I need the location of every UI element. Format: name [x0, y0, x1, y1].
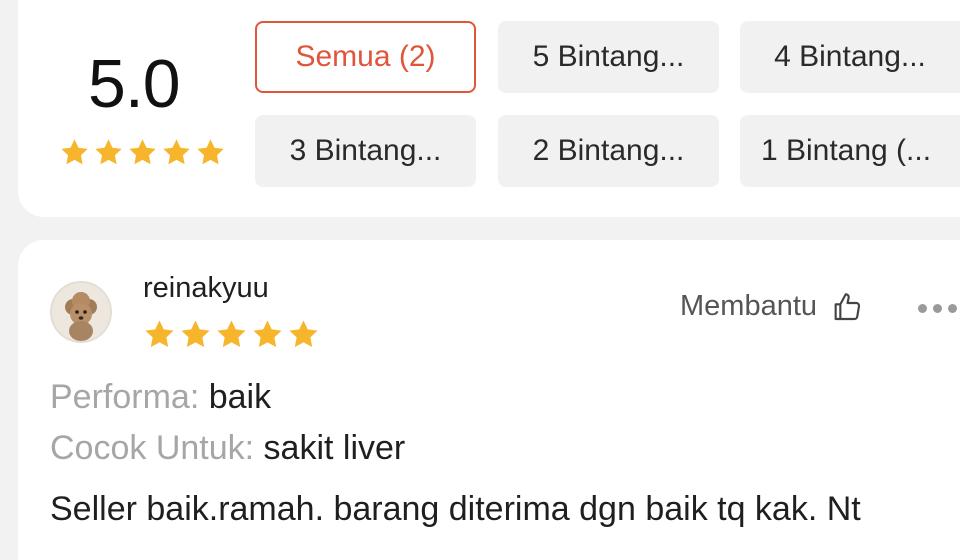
star-icon	[181, 320, 210, 348]
suitable-for-attribute: Cocok Untuk: sakit liver	[50, 429, 405, 468]
average-rating: 5.0	[88, 46, 181, 122]
review-text: Seller baik.ramah. barang diterima dgn b…	[50, 490, 861, 528]
helpful-label: Membantu	[680, 290, 818, 322]
filter-5-star-button[interactable]: 5 Bintang...	[498, 21, 719, 93]
star-icon	[61, 139, 88, 165]
performance-attribute: Performa: baik	[50, 378, 271, 417]
review-rating-stars	[142, 318, 321, 351]
helpful-button[interactable]: Membantu	[680, 290, 863, 323]
star-icon	[163, 139, 190, 165]
more-options-icon[interactable]	[918, 304, 957, 313]
avatar[interactable]	[50, 281, 112, 343]
star-icon	[197, 139, 224, 165]
star-icon	[145, 320, 174, 348]
star-icon	[129, 139, 156, 165]
star-icon	[95, 139, 122, 165]
filter-2-star-button[interactable]: 2 Bintang...	[498, 115, 719, 187]
filter-4-star-button[interactable]: 4 Bintang...	[740, 21, 960, 93]
performance-value: baik	[208, 378, 272, 416]
filter-all-button[interactable]: Semua (2)	[255, 21, 476, 93]
reviewer-username[interactable]: reinakyuu	[143, 272, 269, 305]
suitable-for-label: Cocok Untuk:	[50, 429, 255, 467]
filter-1-star-button[interactable]: 1 Bintang (...	[740, 115, 960, 187]
star-icon	[289, 320, 318, 348]
star-icon	[253, 320, 282, 348]
suitable-for-value: sakit liver	[263, 429, 406, 467]
filter-3-star-button[interactable]: 3 Bintang...	[255, 115, 476, 187]
poodle-avatar-icon	[52, 283, 110, 341]
thumbs-up-icon	[834, 292, 861, 320]
star-icon	[217, 320, 246, 348]
average-rating-stars	[58, 137, 227, 168]
performance-label: Performa:	[50, 378, 200, 416]
